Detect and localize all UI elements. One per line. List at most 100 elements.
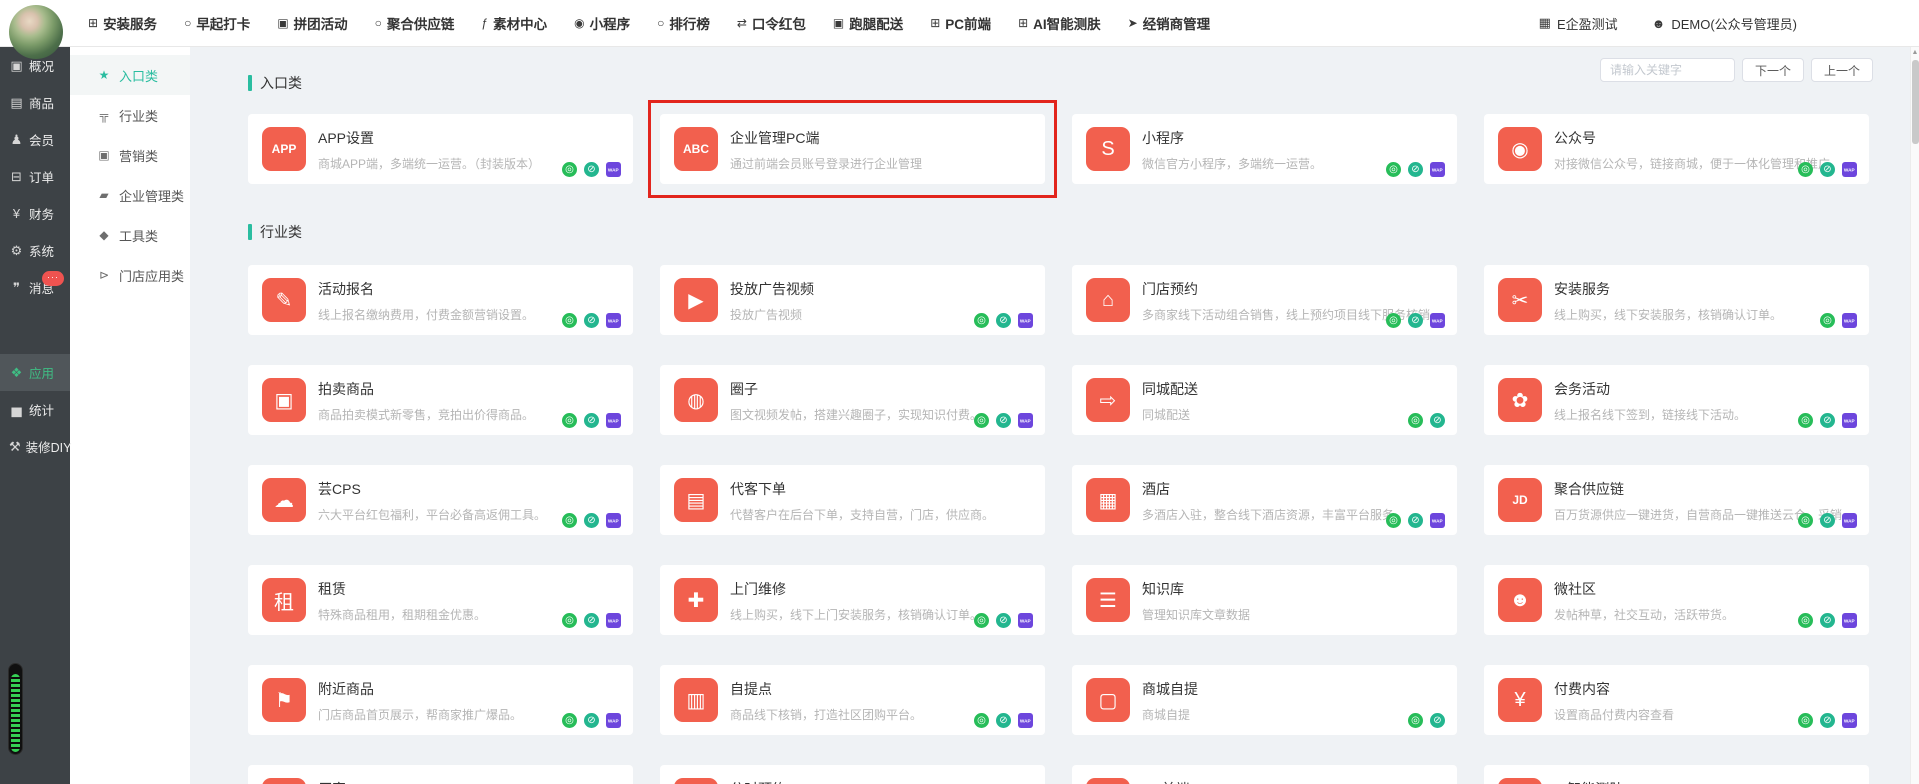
search-input[interactable] bbox=[1600, 58, 1735, 82]
ios-badge-icon[interactable]: ⊘ bbox=[584, 413, 599, 428]
android-badge-icon[interactable]: ◎ bbox=[974, 413, 989, 428]
topnav-item[interactable]: ○早起打卡 bbox=[184, 13, 250, 33]
ios-badge-icon[interactable]: ⊘ bbox=[584, 513, 599, 528]
wap-badge-icon[interactable]: WAP bbox=[1842, 313, 1857, 328]
app-card[interactable]: APP APP设置 商城APP端，多端统一运营。（封装版本） ◎⊘WAP bbox=[248, 114, 633, 184]
app-card[interactable]: ✂ 安装服务 线上购买，线下安装服务，核销确认订单。 ◎WAP bbox=[1484, 265, 1869, 335]
app-card[interactable]: ▥ 自提点 商品线下核销，打造社区团购平台。 ◎⊘WAP bbox=[660, 665, 1045, 735]
sidebar-item[interactable]: ❖应用 bbox=[0, 354, 70, 391]
app-card[interactable]: ☁ 芸CPS 六大平台红包福利，平台必备高返佣工具。 ◎⊘WAP bbox=[248, 465, 633, 535]
wap-badge-icon[interactable]: WAP bbox=[606, 713, 621, 728]
android-badge-icon[interactable]: ◎ bbox=[562, 313, 577, 328]
sidebar-item[interactable]: ▤商品 bbox=[0, 84, 70, 121]
wap-badge-icon[interactable]: WAP bbox=[1430, 162, 1445, 177]
wap-badge-icon[interactable]: WAP bbox=[1018, 713, 1033, 728]
wap-badge-icon[interactable]: WAP bbox=[606, 313, 621, 328]
wap-badge-icon[interactable]: WAP bbox=[1018, 313, 1033, 328]
topnav-item[interactable]: ⊞安装服务 bbox=[88, 13, 157, 33]
app-card[interactable]: ✿ 会务活动 线上报名线下签到，链接线下活动。 ◎⊘WAP bbox=[1484, 365, 1869, 435]
android-badge-icon[interactable]: ◎ bbox=[1408, 413, 1423, 428]
wap-badge-icon[interactable]: WAP bbox=[1018, 613, 1033, 628]
wap-badge-icon[interactable]: WAP bbox=[1842, 513, 1857, 528]
store-avatar[interactable] bbox=[9, 5, 63, 59]
app-card[interactable]: ▶ 投放广告视频 投放广告视频 ◎⊘WAP bbox=[660, 265, 1045, 335]
ios-badge-icon[interactable]: ⊘ bbox=[996, 313, 1011, 328]
topnav-item[interactable]: ➤经销商管理 bbox=[1128, 13, 1211, 33]
android-badge-icon[interactable]: ◎ bbox=[1820, 313, 1835, 328]
wap-badge-icon[interactable]: WAP bbox=[1018, 413, 1033, 428]
android-badge-icon[interactable]: ◎ bbox=[562, 713, 577, 728]
android-badge-icon[interactable]: ◎ bbox=[562, 162, 577, 177]
app-card[interactable]: ▣ 拍卖商品 商品拍卖模式新零售，竞拍出价得商品。 ◎⊘WAP bbox=[248, 365, 633, 435]
ios-badge-icon[interactable]: ⊘ bbox=[996, 613, 1011, 628]
sidebar-item[interactable]: ⚙系统 bbox=[0, 232, 70, 269]
search-next-button[interactable]: 下一个 bbox=[1742, 58, 1804, 82]
app-card[interactable]: PC PC前端 bbox=[1072, 765, 1457, 784]
category-item[interactable]: ⊳门店应用类 bbox=[70, 255, 190, 295]
ios-badge-icon[interactable]: ⊘ bbox=[1820, 513, 1835, 528]
android-badge-icon[interactable]: ◎ bbox=[1408, 713, 1423, 728]
sidebar-item[interactable]: ❞消息 ··· bbox=[0, 269, 70, 306]
android-badge-icon[interactable]: ◎ bbox=[1798, 513, 1813, 528]
app-card[interactable]: ◉ 公众号 对接微信公众号，链接商城，便于一体化管理和推广。 ◎⊘WAP bbox=[1484, 114, 1869, 184]
android-badge-icon[interactable]: ◎ bbox=[1386, 162, 1401, 177]
app-card[interactable]: ¥ 付费内容 设置商品付费内容查看 ◎⊘WAP bbox=[1484, 665, 1869, 735]
ios-badge-icon[interactable]: ⊘ bbox=[1408, 513, 1423, 528]
app-card[interactable]: ⚑ 附近商品 门店商品首页展示，帮商家推广爆品。 ◎⊘WAP bbox=[248, 665, 633, 735]
category-item[interactable]: ╦行业类 bbox=[70, 95, 190, 135]
app-card[interactable]: ⌂ 门店预约 多商家线下活动组合销售，线上预约项目线下服务核销。 ◎⊘WAP bbox=[1072, 265, 1457, 335]
topnav-item[interactable]: ◉小程序 bbox=[574, 13, 630, 33]
app-card[interactable]: ◧ 厂家 bbox=[248, 765, 633, 784]
app-card-highlighted[interactable]: ABC 企业管理PC端 通过前端会员账号登录进行企业管理 bbox=[660, 114, 1045, 184]
ios-badge-icon[interactable]: ⊘ bbox=[1820, 713, 1835, 728]
ios-badge-icon[interactable]: ⊘ bbox=[1430, 413, 1445, 428]
app-card[interactable]: JD 聚合供应链 百万货源供应一键进货，自营商品一键推送云仓，采销... ◎⊘W… bbox=[1484, 465, 1869, 535]
topnav-item[interactable]: ƒ素材中心 bbox=[481, 13, 547, 33]
ios-badge-icon[interactable]: ⊘ bbox=[584, 613, 599, 628]
topnav-item[interactable]: ▣拼团活动 bbox=[277, 13, 347, 33]
wap-badge-icon[interactable]: WAP bbox=[1430, 513, 1445, 528]
app-card[interactable]: ◍ 圈子 图文视频发帖，搭建兴趣圈子，实现知识付费。 ◎⊘WAP bbox=[660, 365, 1045, 435]
ios-badge-icon[interactable]: ⊘ bbox=[1408, 313, 1423, 328]
android-badge-icon[interactable]: ◎ bbox=[1386, 313, 1401, 328]
app-card[interactable]: AI AI智能测肤 bbox=[1484, 765, 1869, 784]
android-badge-icon[interactable]: ◎ bbox=[562, 613, 577, 628]
topnav-item[interactable]: ○排行榜 bbox=[657, 13, 710, 33]
ios-badge-icon[interactable]: ⊘ bbox=[1408, 162, 1423, 177]
android-badge-icon[interactable]: ◎ bbox=[1798, 162, 1813, 177]
ios-badge-icon[interactable]: ⊘ bbox=[1820, 162, 1835, 177]
search-prev-button[interactable]: 上一个 bbox=[1811, 58, 1873, 82]
topnav-item[interactable]: ○聚合供应链 bbox=[375, 13, 455, 33]
wap-badge-icon[interactable]: WAP bbox=[1842, 162, 1857, 177]
ios-badge-icon[interactable]: ⊘ bbox=[1820, 413, 1835, 428]
android-badge-icon[interactable]: ◎ bbox=[974, 613, 989, 628]
topnav-item[interactable]: ⊞AI智能测肤 bbox=[1018, 13, 1101, 33]
category-item[interactable]: ▣营销类 bbox=[70, 135, 190, 175]
wap-badge-icon[interactable]: WAP bbox=[606, 162, 621, 177]
vertical-scrollbar[interactable]: ▲ bbox=[1910, 47, 1919, 784]
sidebar-item[interactable]: ⚒装修DIY bbox=[0, 428, 70, 465]
ios-badge-icon[interactable]: ⊘ bbox=[584, 313, 599, 328]
wap-badge-icon[interactable]: WAP bbox=[606, 613, 621, 628]
wap-badge-icon[interactable]: WAP bbox=[1842, 413, 1857, 428]
android-badge-icon[interactable]: ◎ bbox=[974, 713, 989, 728]
android-badge-icon[interactable]: ◎ bbox=[562, 513, 577, 528]
scroll-up-arrow[interactable]: ▲ bbox=[1911, 47, 1919, 59]
app-card[interactable]: ✚ 上门维修 线上购买，线下上门安装服务，核销确认订单。 ◎⊘WAP bbox=[660, 565, 1045, 635]
user-menu[interactable]: ☻ DEMO(公众号管理员) bbox=[1652, 14, 1797, 33]
workspace-switcher[interactable]: ▦ E企盈测试 bbox=[1539, 14, 1618, 33]
sidebar-item[interactable]: ¥财务 bbox=[0, 195, 70, 232]
app-card[interactable]: ☻ 微社区 发帖种草，社交互动，活跃带货。 ◎⊘WAP bbox=[1484, 565, 1869, 635]
android-badge-icon[interactable]: ◎ bbox=[1798, 613, 1813, 628]
wap-badge-icon[interactable]: WAP bbox=[606, 513, 621, 528]
android-badge-icon[interactable]: ◎ bbox=[1798, 713, 1813, 728]
wap-badge-icon[interactable]: WAP bbox=[1842, 613, 1857, 628]
app-card[interactable]: ▦ 酒店 多酒店入驻，整合线下酒店资源，丰富平台服务。 ◎⊘WAP bbox=[1072, 465, 1457, 535]
app-card[interactable]: ☰ 知识库 管理知识库文章数据 bbox=[1072, 565, 1457, 635]
ios-badge-icon[interactable]: ⊘ bbox=[584, 713, 599, 728]
app-card[interactable]: ◷ 分时预约 bbox=[660, 765, 1045, 784]
android-badge-icon[interactable]: ◎ bbox=[1798, 413, 1813, 428]
sidebar-item[interactable]: ⊟订单 bbox=[0, 158, 70, 195]
app-card[interactable]: S 小程序 微信官方小程序，多端统一运营。 ◎⊘WAP bbox=[1072, 114, 1457, 184]
category-item[interactable]: ◆工具类 bbox=[70, 215, 190, 255]
